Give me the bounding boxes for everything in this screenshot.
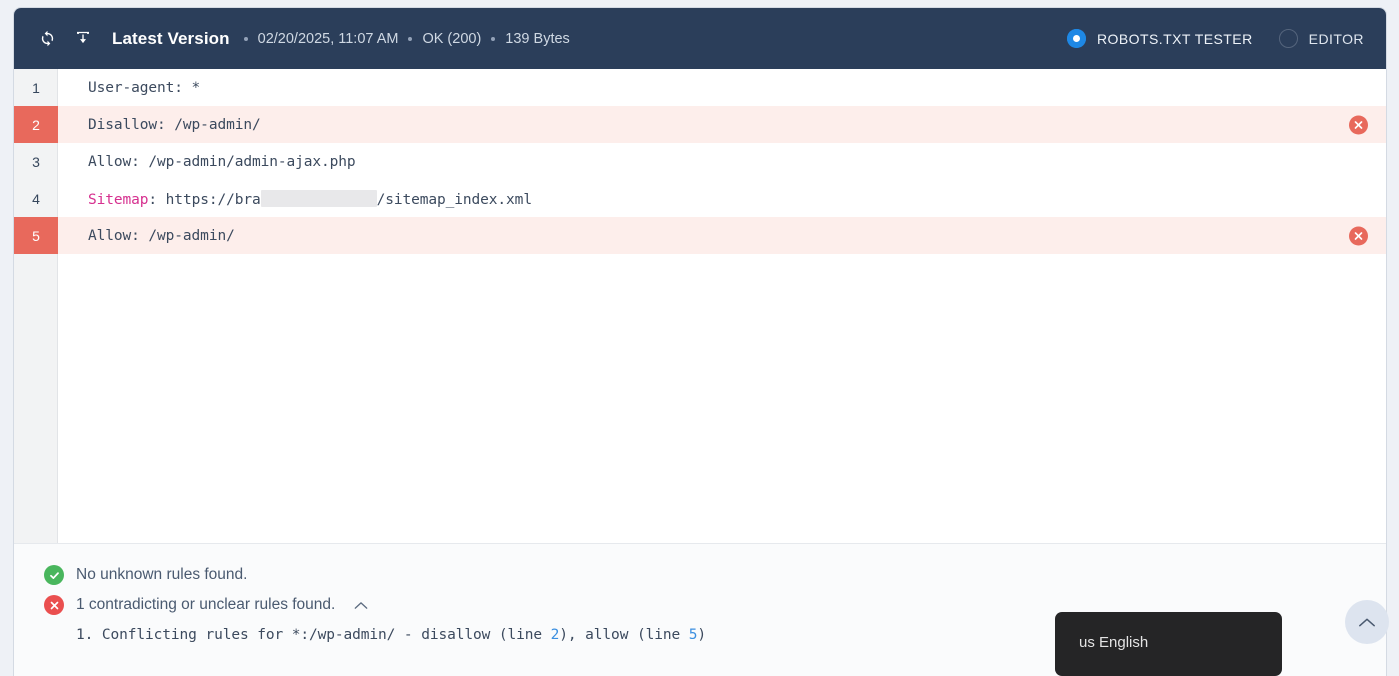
conflict-line-link-a[interactable]: 2 — [551, 627, 560, 643]
line-number: 5 — [14, 217, 58, 254]
line-code: Disallow: /wp-admin/ — [88, 116, 261, 133]
chevron-up-icon[interactable] — [354, 601, 368, 610]
radio-unselected-icon — [1278, 29, 1298, 48]
line-number: 3 — [32, 153, 40, 170]
conflicting-rules-text: 1 contradicting or unclear rules found. — [76, 596, 336, 613]
editor-line[interactable]: 3 Allow: /wp-admin/admin-ajax.php — [14, 143, 1386, 180]
check-circle-icon — [44, 565, 64, 585]
refresh-icon[interactable] — [34, 26, 60, 52]
line-code: Allow: /wp-admin/ — [88, 227, 235, 244]
app-root: Latest Version 02/20/2025, 11:07 AM OK (… — [0, 0, 1399, 676]
file-size: 139 Bytes — [505, 30, 570, 47]
editor-line[interactable]: 1 User-agent: * — [14, 69, 1386, 106]
mode-label-tester: ROBOTS.TXT TESTER — [1096, 30, 1253, 47]
download-icon[interactable] — [70, 26, 96, 52]
scroll-to-top-button[interactable] — [1345, 600, 1389, 644]
line-number: 2 — [14, 106, 58, 143]
header-meta: 02/20/2025, 11:07 AM OK (200) 139 Bytes — [234, 31, 570, 47]
unknown-rules-text: No unknown rules found. — [76, 566, 248, 583]
line-number: 1 — [32, 79, 40, 96]
fetch-timestamp: 02/20/2025, 11:07 AM — [257, 30, 399, 47]
x-circle-icon — [44, 595, 64, 615]
sitemap-url-end: /sitemap_index.xml — [376, 191, 532, 208]
line-code-sitemap: Sitemap: https://bra/sitemap_index.xml — [58, 189, 1386, 208]
version-title: Latest Version — [112, 28, 230, 48]
editor-lines: 1 User-agent: * 2 Disallow: /wp-admin/ 3… — [14, 69, 1386, 254]
redaction-box — [260, 189, 377, 207]
directive-keyword: Sitemap — [88, 191, 149, 208]
sitemap-url-start: : https://bra — [148, 191, 261, 208]
editor-line[interactable]: 4 Sitemap: https://bra/sitemap_index.xml — [14, 180, 1386, 217]
line-error-badge[interactable] — [1349, 115, 1368, 134]
mode-option-robots-txt-tester[interactable]: ROBOTS.TXT TESTER — [1066, 29, 1253, 48]
panel-header: Latest Version 02/20/2025, 11:07 AM OK (… — [14, 8, 1386, 69]
http-status: OK (200) — [422, 30, 482, 47]
result-unknown-rules: No unknown rules found. — [44, 560, 1366, 590]
detail-part-c: ) — [697, 627, 707, 643]
line-code: User-agent: * — [88, 79, 201, 96]
detail-part-b: ), allow (line — [559, 627, 689, 643]
tooltip-text: us English — [1079, 634, 1149, 651]
mode-option-editor[interactable]: EDITOR — [1278, 29, 1364, 48]
header-left-group: Latest Version 02/20/2025, 11:07 AM OK (… — [34, 26, 1067, 52]
robots-txt-editor[interactable]: 1 User-agent: * 2 Disallow: /wp-admin/ 3… — [14, 69, 1386, 543]
editor-line[interactable]: 5 Allow: /wp-admin/ — [14, 217, 1386, 254]
line-number: 4 — [32, 190, 40, 207]
view-mode-radio-group: ROBOTS.TXT TESTER EDITOR — [1066, 29, 1364, 48]
line-error-badge[interactable] — [1349, 226, 1368, 245]
detail-part-a: 1. Conflicting rules for *:/wp-admin/ - … — [76, 627, 551, 643]
meta-separator-2 — [408, 36, 413, 41]
line-code: Allow: /wp-admin/admin-ajax.php — [88, 153, 356, 170]
meta-separator-3 — [491, 36, 496, 41]
editor-line[interactable]: 2 Disallow: /wp-admin/ — [14, 106, 1386, 143]
radio-selected-icon — [1066, 29, 1086, 48]
mode-label-editor: EDITOR — [1308, 30, 1364, 47]
robots-txt-panel: Latest Version 02/20/2025, 11:07 AM OK (… — [14, 8, 1386, 676]
language-tooltip: us English — [1055, 612, 1282, 676]
meta-separator-1 — [243, 36, 248, 41]
